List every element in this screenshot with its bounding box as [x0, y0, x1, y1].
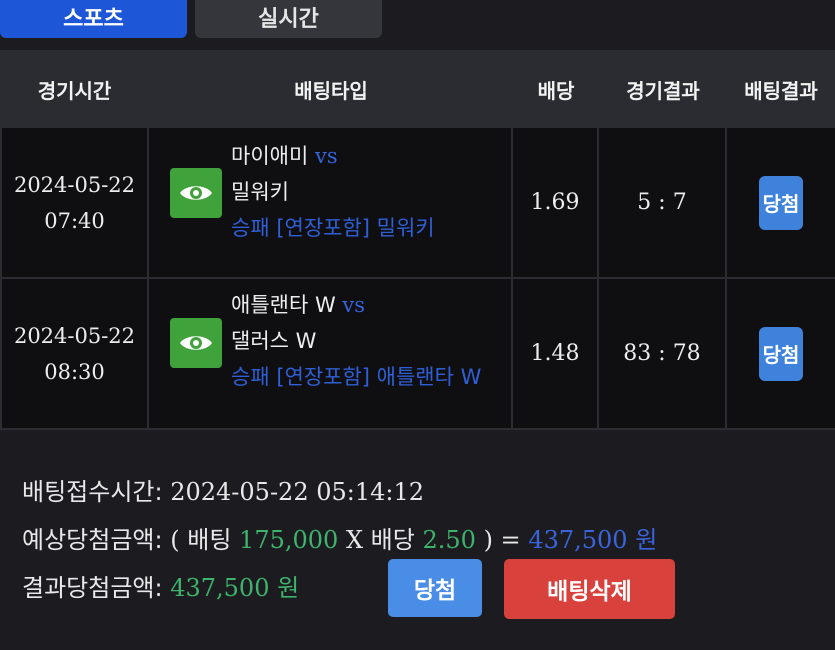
- expected-amount-line: 예상당첨금액: ( 배팅 175,000 X 배당 2.50 ) = 437,5…: [22, 520, 657, 555]
- score-cell: 83 : 78: [599, 279, 727, 428]
- table-row: 2024-05-22 08:30 애틀랜타 W vs 댈러스 W 승패 [연장포…: [0, 279, 835, 430]
- odds-cell: 1.48: [513, 279, 599, 428]
- open-paren: (: [170, 526, 180, 554]
- result-amount-label: 결과당첨금액:: [22, 574, 163, 602]
- bet-info: 애틀랜타 W vs 댈러스 W 승패 [연장포함] 애틀랜타 W: [231, 287, 501, 395]
- header-bet-type: 배팅타입: [294, 78, 368, 103]
- bet-table: 2024-05-22 07:40 마이애미 vs 밀워키 승패 [연장포함] 밀…: [0, 128, 835, 430]
- times-sign: X: [345, 526, 364, 554]
- bet-info: 마이애미 vs 밀워키 승패 [연장포함] 밀워키: [231, 138, 501, 246]
- header-bet-result: 배팅결과: [744, 78, 818, 103]
- total-odds: 2.50: [422, 526, 476, 554]
- bet-pick: 승패 [연장포함] 애틀랜타 W: [231, 365, 482, 389]
- received-time-label: 배팅접수시간:: [22, 478, 163, 506]
- result-amount: 437,500 원: [170, 574, 300, 602]
- expected-amount: 437,500 원: [528, 526, 658, 554]
- result-amount-line: 결과당첨금액: 437,500 원: [22, 568, 299, 603]
- game-time: 08:30: [44, 359, 105, 384]
- odds-label: 배당: [370, 526, 415, 554]
- bet-amount: 175,000: [239, 526, 339, 554]
- bet-result-cell: 당첨: [727, 279, 835, 428]
- vs-label: vs: [342, 293, 366, 317]
- header-odds: 배당: [537, 78, 575, 103]
- team-away: 댈러스 W: [231, 329, 317, 353]
- bet-type-cell: 애틀랜타 W vs 댈러스 W 승패 [연장포함] 애틀랜타 W: [149, 279, 513, 428]
- received-time-value: 2024-05-22 05:14:12: [170, 478, 425, 506]
- received-time-line: 배팅접수시간: 2024-05-22 05:14:12: [22, 472, 424, 507]
- win-badge: 당첨: [759, 326, 803, 381]
- game-time: 07:40: [44, 208, 105, 233]
- game-time-cell: 2024-05-22 08:30: [0, 279, 149, 428]
- view-button[interactable]: [170, 168, 222, 218]
- score-cell: 5 : 7: [599, 128, 727, 277]
- header-time: 경기시간: [37, 78, 112, 103]
- delete-bet-button[interactable]: 배팅삭제: [504, 559, 675, 619]
- bet-label: 배팅: [187, 526, 232, 554]
- game-date: 2024-05-22: [13, 172, 136, 197]
- team-away: 밀워키: [231, 180, 289, 204]
- tab-bar: 스포츠 실시간: [0, 0, 835, 50]
- bet-type-cell: 마이애미 vs 밀워키 승패 [연장포함] 밀워키: [149, 128, 513, 277]
- odds-cell: 1.69: [513, 128, 599, 277]
- header-game-result: 경기결과: [626, 78, 700, 103]
- vs-label: vs: [314, 144, 338, 168]
- bet-result-cell: 당첨: [727, 128, 835, 277]
- bet-pick: 승패 [연장포함] 밀워키: [231, 216, 435, 240]
- win-badge: 당첨: [759, 175, 803, 230]
- game-date: 2024-05-22: [13, 323, 136, 348]
- tab-live[interactable]: 실시간: [195, 0, 382, 38]
- close-equals: ) =: [483, 526, 521, 554]
- team-home: 마이애미: [231, 144, 309, 168]
- table-row: 2024-05-22 07:40 마이애미 vs 밀워키 승패 [연장포함] 밀…: [0, 128, 835, 279]
- tab-sports[interactable]: 스포츠: [0, 0, 187, 38]
- game-time-cell: 2024-05-22 07:40: [0, 128, 149, 277]
- win-button[interactable]: 당첨: [388, 559, 482, 617]
- expected-amount-label: 예상당첨금액:: [22, 526, 163, 554]
- eye-icon: [180, 336, 212, 350]
- team-home: 애틀랜타 W: [231, 293, 336, 317]
- bet-summary: 배팅접수시간: 2024-05-22 05:14:12 예상당첨금액: ( 배팅…: [0, 430, 835, 650]
- table-header: 경기시간 배팅타입 배당 경기결과 배팅결과: [0, 50, 835, 128]
- eye-icon: [180, 186, 212, 200]
- view-button[interactable]: [170, 318, 222, 368]
